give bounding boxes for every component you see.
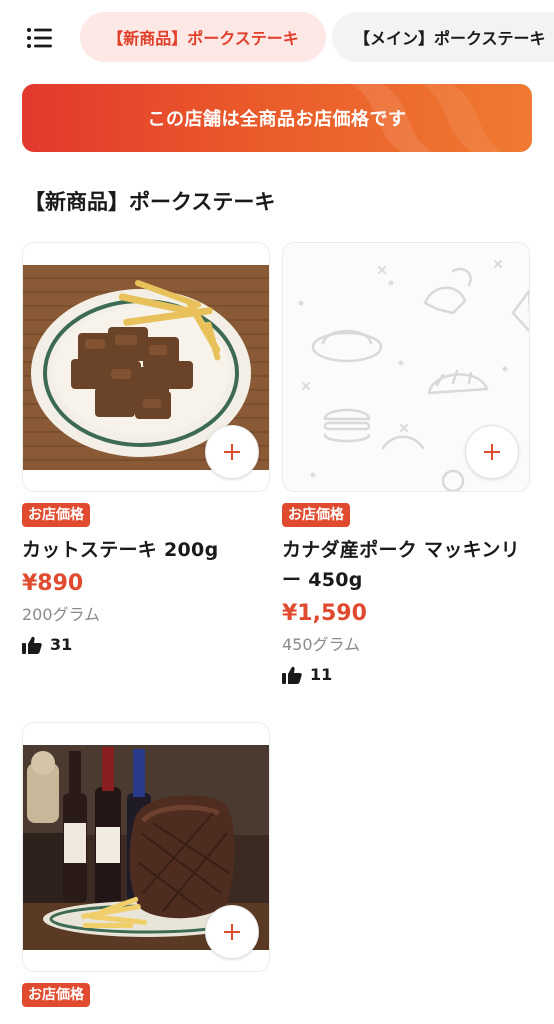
product-card[interactable] bbox=[22, 722, 270, 972]
menu-list-icon bbox=[27, 28, 52, 48]
thumbs-up-icon bbox=[22, 636, 42, 654]
store-price-badge: お店価格 bbox=[282, 503, 350, 527]
plus-icon bbox=[484, 444, 500, 460]
store-price-banner: この店舗は全商品お店価格です bbox=[22, 84, 532, 152]
plus-icon bbox=[224, 444, 240, 460]
product-info: お店価格 カットステーキ 200g ¥890 200グラム 31 bbox=[22, 503, 272, 659]
like-count-value: 31 bbox=[50, 635, 73, 654]
thumbs-up-icon bbox=[282, 666, 302, 684]
plus-icon bbox=[224, 924, 240, 940]
product-weight: 450グラム bbox=[282, 635, 361, 654]
tab-main-pork-steak[interactable]: 【メイン】ポークステーキ bbox=[332, 12, 554, 62]
product-info: お店価格 カナダ産ポーク マッキンリー 450g ¥1,590 450グラム 1… bbox=[282, 503, 532, 689]
add-to-cart-button[interactable] bbox=[205, 425, 259, 479]
category-tab-bar: 【新商品】ポークステーキ 【メイン】ポークステーキ bbox=[0, 0, 554, 76]
tab-new-pork-steak[interactable]: 【新商品】ポークステーキ bbox=[80, 12, 326, 62]
banner-text: この店舗は全商品お店価格です bbox=[147, 109, 407, 130]
product-name[interactable]: カットステーキ 200g bbox=[22, 535, 272, 565]
product-card[interactable] bbox=[282, 242, 530, 492]
add-to-cart-button[interactable] bbox=[465, 425, 519, 479]
product-info: お店価格 bbox=[22, 983, 272, 1007]
menu-button[interactable] bbox=[20, 22, 60, 54]
store-price-badge: お店価格 bbox=[22, 503, 90, 527]
section-title: 【新商品】ポークステーキ bbox=[24, 190, 276, 214]
product-card[interactable] bbox=[22, 242, 270, 492]
like-count-value: 11 bbox=[310, 665, 333, 684]
add-to-cart-button[interactable] bbox=[205, 905, 259, 959]
product-name[interactable]: カナダ産ポーク マッキンリー 450g bbox=[282, 535, 532, 595]
product-weight: 200グラム bbox=[22, 605, 101, 624]
store-price-badge: お店価格 bbox=[22, 983, 90, 1007]
like-count: 31 bbox=[22, 631, 272, 659]
product-price: ¥1,590 bbox=[282, 601, 367, 626]
like-count: 11 bbox=[282, 661, 532, 689]
product-price: ¥890 bbox=[22, 571, 84, 596]
